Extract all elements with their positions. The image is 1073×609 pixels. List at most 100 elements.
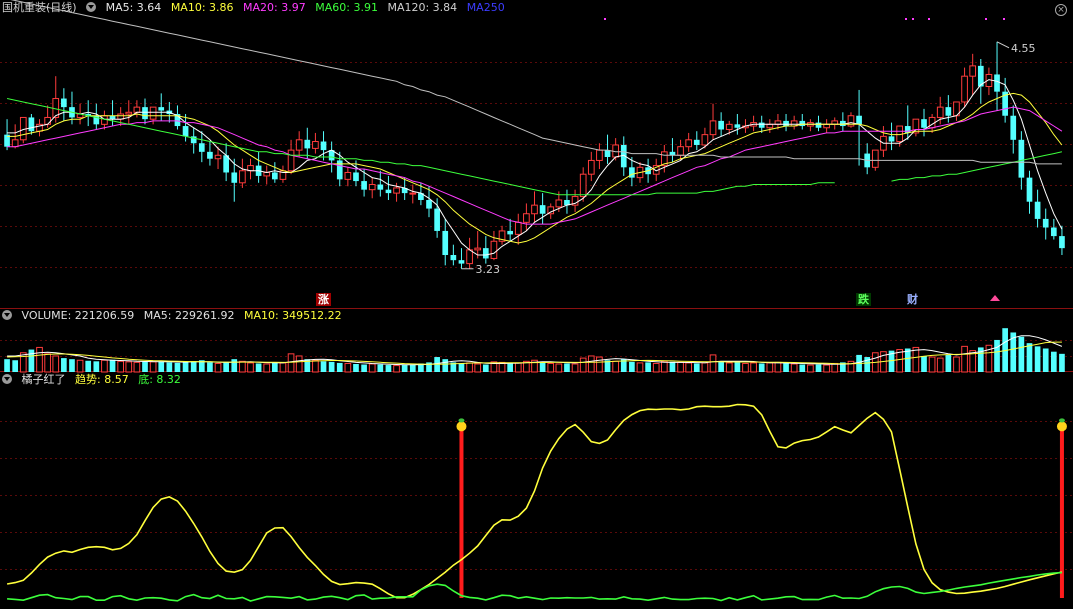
candle-body-up <box>466 249 473 265</box>
event-dot <box>985 18 987 20</box>
volume-bar-up <box>287 353 295 373</box>
candle-body-up <box>936 106 944 118</box>
price-header: 国机重装(日线) MA5: 3.64 MA10: 3.86 MA20: 3.97… <box>2 0 511 16</box>
volume-bar-up <box>239 360 246 373</box>
candle-body-down <box>604 150 611 157</box>
dropdown-icon[interactable] <box>2 310 12 320</box>
volume-bar-up <box>725 362 733 373</box>
event-tag-fall[interactable]: 跌 <box>856 293 871 306</box>
candle-body-down <box>945 107 952 116</box>
candle-body-down <box>336 160 343 180</box>
candle-body-down <box>450 255 457 261</box>
candle-body-up <box>125 111 133 115</box>
volume-bar-down <box>1050 351 1057 372</box>
volume-bar-up <box>76 359 84 373</box>
volume-bar-down <box>1018 336 1025 372</box>
candle-body-up <box>685 139 693 148</box>
bottom-line <box>7 571 1062 602</box>
volume-bar-up <box>125 361 133 373</box>
volume-bar-down <box>182 361 189 372</box>
indicator-title: 橘子红了 <box>21 373 66 386</box>
candle-body-down <box>904 126 911 133</box>
candle-body-down <box>1059 236 1065 249</box>
volume-ma5-label: MA5: 229261.92 <box>143 309 235 322</box>
candle-body-down <box>507 230 513 235</box>
volume-bar-up <box>117 360 125 373</box>
candle-body-down <box>385 189 392 194</box>
candle-body-up <box>961 75 968 103</box>
candle-body-down <box>61 98 67 108</box>
volume-bar-down <box>1034 346 1041 372</box>
candle-body-down <box>1050 227 1057 237</box>
volume-bar-up <box>514 362 522 373</box>
volume-bar-down <box>693 363 700 372</box>
dropdown-icon[interactable] <box>2 374 12 384</box>
event-dot <box>604 18 606 20</box>
event-tag-rise[interactable]: 涨 <box>316 293 331 306</box>
volume-bar-up <box>677 361 684 373</box>
event-dot <box>928 18 930 20</box>
volume-bar-up <box>928 356 936 373</box>
candle-body-down <box>1018 139 1025 178</box>
ma-line-ma5 <box>7 79 1063 256</box>
candle-body-down <box>888 136 895 142</box>
volume-bar-up <box>742 362 749 373</box>
volume-bar-up <box>652 362 660 373</box>
trend-line <box>6 403 1063 599</box>
event-tag-finance[interactable]: 财 <box>905 293 920 306</box>
volume-bar-down <box>336 362 343 372</box>
candle-body-up <box>295 139 303 151</box>
candle-body-down <box>799 120 806 127</box>
candle-body-up <box>523 213 530 223</box>
close-icon[interactable]: × <box>1055 4 1067 16</box>
candle-body-down <box>1034 201 1041 219</box>
volume-bar-up <box>44 353 51 373</box>
volume-bar-down <box>328 361 335 372</box>
volume-bar-down <box>458 363 465 372</box>
volume-bar-down <box>539 362 546 372</box>
volume-bar-up <box>774 361 782 373</box>
volume-bar-down <box>507 363 513 372</box>
volume-bar-down <box>734 362 741 372</box>
volume-bar-up <box>555 363 563 373</box>
volume-layer <box>4 328 1065 373</box>
volume-bar-up <box>953 356 960 373</box>
candle-body-down <box>718 120 724 130</box>
volume-bar-down <box>645 362 651 372</box>
volume-bar-down <box>320 361 327 372</box>
volume-bar-down <box>1059 353 1065 372</box>
candle-body-down <box>271 172 278 180</box>
volume-bar-down <box>629 361 635 372</box>
volume-bar-down <box>109 359 116 372</box>
volume-bar-up <box>52 355 60 373</box>
signal-orange-icon <box>1056 421 1067 432</box>
volume-bar-down <box>669 361 676 372</box>
volume-bar-down <box>93 361 100 372</box>
volume-bar-up <box>701 362 709 373</box>
candle-body-up <box>709 120 717 136</box>
warning-marker-icon[interactable] <box>990 295 1000 301</box>
volume-bar-up <box>547 362 555 373</box>
volume-bar-up <box>214 362 222 373</box>
candle-body-down <box>669 151 676 156</box>
volume-bar-down <box>158 361 165 372</box>
volume-bar-up <box>368 363 376 373</box>
ma10-label: MA10: 3.86 <box>170 1 234 14</box>
price-annotation: 3.23 <box>475 263 500 276</box>
candle-body-down <box>158 107 165 111</box>
stock-chart[interactable]: 4.55 3.23 国机重装(日线) MA5: 3.64 MA10: 3.86 M… <box>0 0 1073 609</box>
volume-bar-down <box>758 363 765 372</box>
volume-bar-up <box>587 355 595 373</box>
volume-bar-up <box>961 345 968 373</box>
candle-body-down <box>182 126 189 137</box>
dropdown-icon[interactable] <box>86 2 97 12</box>
candle-body-up <box>239 170 246 184</box>
candle-body-up <box>969 65 977 77</box>
volume-bar-down <box>28 349 35 372</box>
volume-bar-down <box>174 362 181 372</box>
candle-body-up <box>725 123 733 130</box>
candle-body-up <box>133 106 141 113</box>
candle-body-down <box>734 124 741 128</box>
volume-bar-down <box>904 348 911 372</box>
volume-bar-up <box>279 362 287 373</box>
